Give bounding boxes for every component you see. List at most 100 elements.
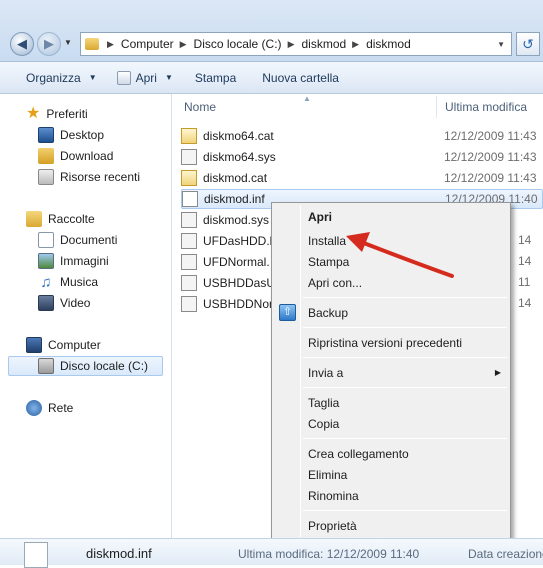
menu-item-print[interactable]: Stampa	[275, 251, 507, 272]
nav-item-music[interactable]: ♫ Musica	[38, 272, 98, 292]
computer-icon	[26, 337, 42, 353]
details-pane: diskmod.inf Ultima modifica: 12/12/2009 …	[0, 538, 543, 568]
menu-item-open-with[interactable]: Apri con...	[275, 272, 507, 293]
address-dropdown-icon[interactable]: ▼	[497, 40, 505, 49]
nav-item-video[interactable]: Video	[38, 293, 90, 313]
file-thumbnail-icon	[24, 542, 48, 568]
menu-item-label: Backup	[308, 305, 349, 320]
nav-item-label: Musica	[60, 275, 99, 289]
menu-item-send-to[interactable]: Invia a ▶	[275, 362, 507, 383]
chevron-right-icon[interactable]: ▶	[176, 39, 192, 50]
nav-network-label: Rete	[48, 401, 74, 415]
refresh-icon: ↺	[522, 35, 534, 52]
chevron-right-icon[interactable]: ▶	[348, 39, 364, 50]
recent-pages-chevron-icon[interactable]: ▼	[64, 38, 72, 47]
breadcrumb-computer[interactable]: Computer	[119, 33, 176, 55]
nav-computer-label: Computer	[48, 338, 101, 352]
menu-separator	[303, 327, 507, 328]
file-name: diskmod.inf	[204, 192, 265, 206]
open-label: Apri	[135, 70, 157, 85]
nav-item-recent[interactable]: Risorse recenti	[38, 167, 140, 187]
chevron-right-icon[interactable]: ▶	[103, 39, 119, 50]
file-name: diskmo64.cat	[203, 129, 274, 143]
menu-item-copy[interactable]: Copia	[275, 413, 507, 434]
submenu-arrow-icon: ▶	[494, 368, 501, 377]
nav-item-documents[interactable]: Documenti	[38, 230, 117, 250]
nav-libraries[interactable]: Raccolte	[26, 209, 95, 229]
file-name: diskmod.cat	[203, 171, 268, 185]
nav-favorites-label: Preferiti	[46, 107, 88, 121]
nav-item-label: Disco locale (C:)	[60, 359, 149, 373]
nav-item-label: Video	[60, 296, 91, 310]
menu-separator	[303, 438, 507, 439]
open-button[interactable]: Apri ▼	[109, 66, 181, 90]
catalog-icon	[181, 170, 197, 186]
address-bar-area: ◀ ▶ ▼ ▶ Computer ▶ Disco locale (C:) ▶ d…	[0, 0, 543, 62]
nav-item-label: Risorse recenti	[60, 170, 141, 184]
star-icon: ★	[26, 105, 41, 122]
back-button[interactable]: ◀	[10, 32, 34, 56]
file-date: 12/12/2009 11:43	[444, 129, 537, 143]
file-name: USBHDDNor	[203, 297, 274, 311]
address-field[interactable]: ▶ Computer ▶ Disco locale (C:) ▶ diskmod…	[80, 32, 512, 56]
file-row[interactable]: diskmo64.sys 12/12/2009 11:43	[181, 147, 543, 167]
nav-item-download[interactable]: Download	[38, 146, 113, 166]
nav-item-local-disk[interactable]: Disco locale (C:)	[8, 356, 163, 376]
organize-label: Organizza	[26, 70, 81, 85]
file-name: UFDNormal.	[203, 255, 270, 269]
file-row[interactable]: diskmo64.cat 12/12/2009 11:43	[181, 126, 543, 146]
file-date-partial: 11	[518, 275, 531, 289]
nav-item-desktop[interactable]: Desktop	[38, 125, 104, 145]
menu-item-rename[interactable]: Rinomina	[275, 485, 507, 506]
command-bar: Organizza ▼ Apri ▼ Stampa Nuova cartella	[0, 62, 543, 94]
system-file-icon	[181, 233, 197, 249]
menu-item-restore-versions[interactable]: Ripristina versioni precedenti	[275, 332, 507, 353]
nav-item-pictures[interactable]: Immagini	[38, 251, 109, 271]
file-name: UFDasHDD.b	[203, 234, 277, 248]
folder-icon	[85, 38, 99, 50]
menu-item-install[interactable]: Installa	[275, 230, 507, 251]
menu-separator	[303, 387, 507, 388]
forward-button[interactable]: ▶	[37, 32, 61, 56]
menu-item-delete[interactable]: Elimina	[275, 464, 507, 485]
documents-icon	[38, 232, 54, 248]
file-name: USBHDDasUl	[203, 276, 278, 290]
nav-item-label: Documenti	[60, 233, 118, 247]
pictures-icon	[38, 253, 54, 269]
nav-computer[interactable]: Computer	[26, 335, 101, 355]
menu-separator	[303, 510, 507, 511]
menu-item-create-shortcut[interactable]: Crea collegamento	[275, 443, 507, 464]
nav-favorites[interactable]: ★ Preferiti	[26, 104, 88, 124]
menu-item-open[interactable]: Apri	[275, 206, 507, 227]
system-file-icon	[181, 149, 197, 165]
column-header-modified[interactable]: Ultima modifica	[445, 100, 527, 114]
recent-places-icon	[38, 169, 54, 185]
file-date-partial: 14	[518, 296, 532, 310]
refresh-button[interactable]: ↺	[516, 32, 540, 56]
chevron-right-icon[interactable]: ▶	[284, 39, 300, 50]
organize-button[interactable]: Organizza ▼	[18, 66, 105, 90]
context-menu: Apri Installa Stampa Apri con... ⇧ Backu…	[271, 202, 511, 540]
breadcrumb-diskmod-current[interactable]: diskmod	[364, 33, 413, 55]
file-row[interactable]: diskmod.cat 12/12/2009 11:43	[181, 168, 543, 188]
music-note-icon: ♫	[40, 273, 52, 291]
print-button[interactable]: Stampa	[187, 66, 244, 90]
new-folder-button[interactable]: Nuova cartella	[254, 66, 347, 90]
column-header-name[interactable]: Nome	[184, 100, 216, 114]
sort-up-icon: ▲	[303, 94, 311, 103]
chevron-down-icon: ▼	[88, 73, 97, 82]
hard-drive-icon	[38, 358, 54, 374]
breadcrumb-disk[interactable]: Disco locale (C:)	[192, 33, 284, 55]
menu-item-cut[interactable]: Taglia	[275, 392, 507, 413]
file-date-partial: 14	[518, 254, 532, 268]
backup-arrow-icon: ⇧	[279, 304, 296, 321]
menu-item-label: Invia a	[308, 365, 344, 380]
network-icon	[26, 400, 42, 416]
breadcrumb-diskmod[interactable]: diskmod	[299, 33, 348, 55]
nav-item-label: Desktop	[60, 128, 105, 142]
status-modified: Ultima modifica: 12/12/2009 11:40	[238, 547, 420, 561]
menu-item-properties[interactable]: Proprietà	[275, 515, 507, 536]
nav-network[interactable]: Rete	[26, 398, 73, 418]
menu-item-backup[interactable]: ⇧ Backup	[275, 302, 507, 323]
file-date-partial: 14	[518, 233, 532, 247]
